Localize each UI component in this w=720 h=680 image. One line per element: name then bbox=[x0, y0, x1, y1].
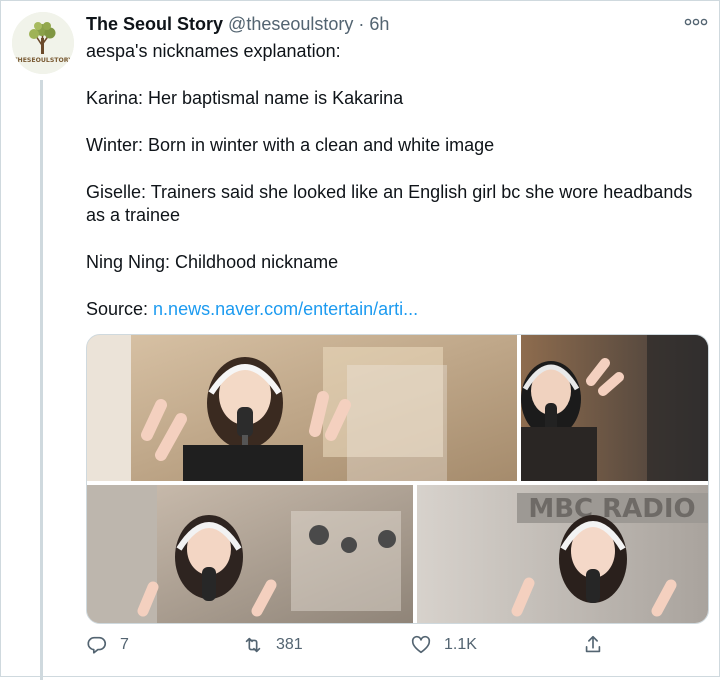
display-name[interactable]: The Seoul Story bbox=[86, 14, 223, 34]
tweet-media[interactable]: MBC RADIO bbox=[86, 334, 709, 624]
source-label: Source: bbox=[86, 299, 154, 319]
tweet-line: Ning Ning: Childhood nickname bbox=[86, 252, 339, 272]
source-link[interactable]: n.news.naver.com/entertain/arti... bbox=[153, 299, 418, 319]
like-count: 1.1K bbox=[444, 636, 477, 653]
share-icon bbox=[585, 635, 601, 653]
like-button[interactable]: 1.1K bbox=[410, 633, 477, 657]
photo-collage: MBC RADIO bbox=[87, 335, 708, 623]
user-handle[interactable]: @theseoulstory bbox=[228, 14, 353, 34]
avatar[interactable]: THESEOULSTORY bbox=[12, 12, 74, 74]
tweet-line: Winter: Born in winter with a clean and … bbox=[86, 135, 495, 155]
svg-text:THESEOULSTORY: THESEOULSTORY bbox=[13, 57, 73, 64]
tweet-line: Karina: Her baptismal name is Kakarina bbox=[86, 88, 404, 108]
retweet-icon bbox=[245, 637, 261, 653]
tweet-text: aespa's nicknames explanation: Karina: H… bbox=[86, 40, 706, 345]
retweet-count: 381 bbox=[276, 636, 303, 653]
thread-line bbox=[40, 80, 43, 680]
more-options-button[interactable] bbox=[684, 14, 708, 34]
tree-logo-icon: THESEOULSTORY bbox=[12, 12, 74, 74]
source-line: Source: n.news.naver.com/entertain/arti.… bbox=[86, 298, 706, 321]
retweet-button[interactable]: 381 bbox=[242, 633, 303, 657]
tweet-header: The Seoul Story @theseoulstory · 6h bbox=[86, 13, 389, 35]
like-icon bbox=[411, 635, 431, 654]
reply-icon bbox=[87, 636, 107, 654]
reply-count: 7 bbox=[120, 636, 129, 653]
more-icon bbox=[684, 18, 708, 26]
share-button[interactable] bbox=[582, 633, 604, 657]
timestamp[interactable]: 6h bbox=[369, 14, 389, 34]
tweet-actions: 7 381 1.1K bbox=[86, 633, 626, 657]
tweet-line: Giselle: Trainers said she looked like a… bbox=[86, 182, 693, 225]
separator-dot: · bbox=[358, 14, 365, 34]
reply-button[interactable]: 7 bbox=[86, 633, 129, 657]
media-watermark: MBC RADIO bbox=[528, 494, 695, 524]
tweet-line: aespa's nicknames explanation: bbox=[86, 41, 341, 61]
